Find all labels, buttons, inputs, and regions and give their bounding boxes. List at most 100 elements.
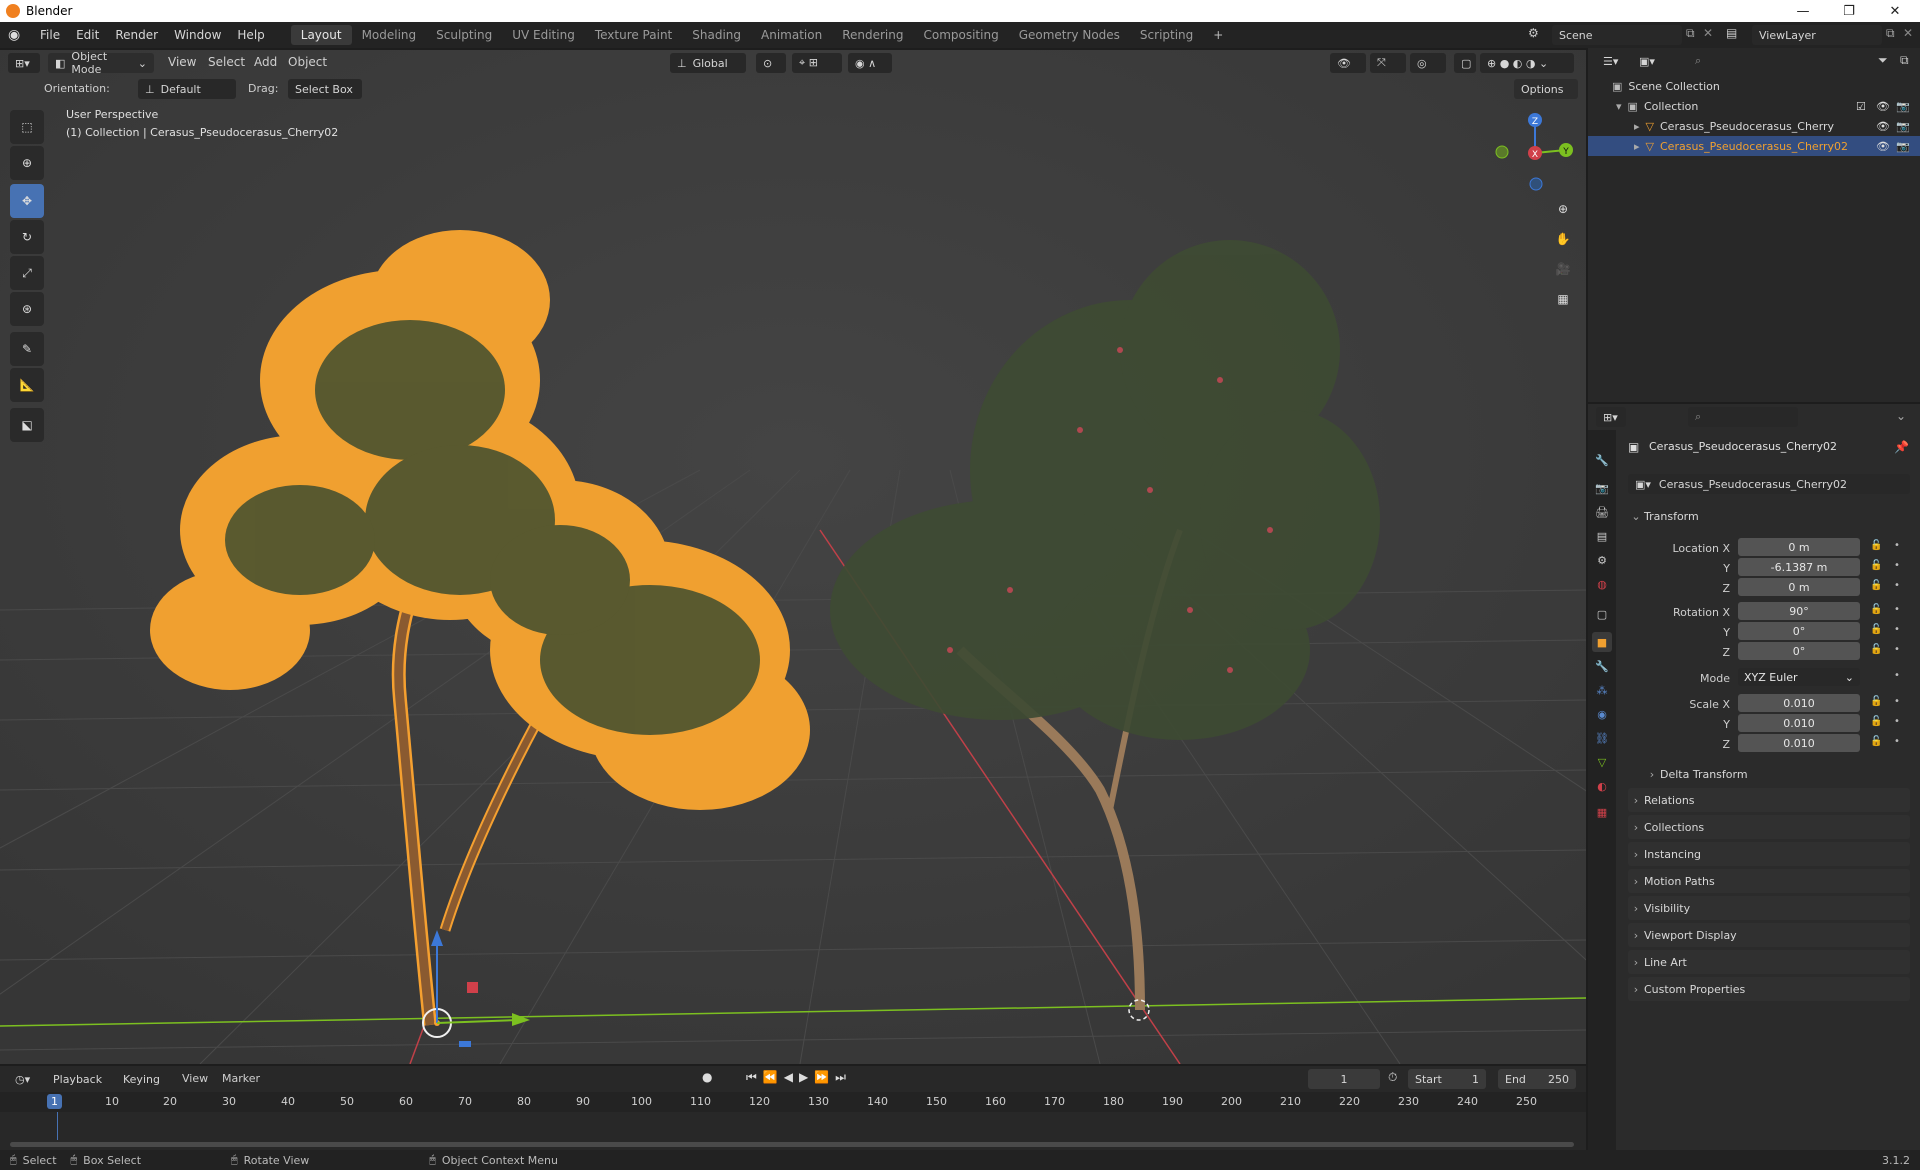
proportional-editing-icon[interactable]: ◉ ∧ (848, 53, 892, 73)
tab-shading[interactable]: Shading (682, 25, 751, 45)
current-frame-field[interactable]: 1 (1308, 1069, 1380, 1089)
scene-collection-label[interactable]: Scene Collection (1628, 80, 1719, 93)
filter-icon[interactable]: ⏷ (1878, 53, 1888, 68)
viewlayer-selector[interactable]: ViewLayer (1752, 25, 1882, 45)
tab-geometry-nodes[interactable]: Geometry Nodes (1009, 25, 1130, 45)
keyframe-dot-icon[interactable]: • (1894, 696, 1900, 707)
keyframe-dot-icon[interactable]: • (1894, 670, 1900, 681)
collection-label[interactable]: Collection (1644, 100, 1698, 113)
drag-dropdown[interactable]: Select Box (288, 79, 362, 99)
new-collection-icon[interactable]: ⧉ (1900, 53, 1909, 68)
menu-keying[interactable]: Keying (116, 1069, 172, 1089)
new-viewlayer-icon[interactable]: ⧉ (1886, 26, 1895, 41)
overlay-toggle-icon[interactable]: ◎ (1410, 53, 1446, 73)
menu-timeline-view[interactable]: View (182, 1072, 208, 1085)
properties-search-icon[interactable]: ⌕ (1688, 407, 1798, 427)
snap-icon[interactable]: ⌖ ⊞ (792, 53, 842, 73)
object-tab-icon[interactable]: ■ (1592, 632, 1612, 652)
transform-panel-header[interactable]: ⌄ Transform (1628, 504, 1910, 528)
render-camera-icon[interactable]: 📷 (1896, 120, 1910, 133)
tab-animation[interactable]: Animation (751, 25, 832, 45)
menu-file[interactable]: File (32, 28, 68, 42)
visibility-icon[interactable]: 👁 (1330, 53, 1366, 73)
move-tool-icon[interactable]: ✥ (10, 184, 44, 218)
delta-transform-subpanel[interactable]: › Delta Transform (1644, 762, 1910, 786)
scale-tool-icon[interactable]: ⤢ (10, 256, 44, 290)
output-tab-icon[interactable]: 🖨 (1592, 502, 1612, 522)
rotation-y-field[interactable]: 0° (1738, 622, 1860, 640)
rotate-tool-icon[interactable]: ↻ (10, 220, 44, 254)
panel-viewport-display[interactable]: › Viewport Display (1628, 923, 1910, 947)
new-scene-icon[interactable]: ⧉ (1686, 26, 1695, 41)
keyframe-dot-icon[interactable]: • (1894, 560, 1900, 571)
blender-menu-icon[interactable]: ◉ (8, 27, 32, 43)
physics-tab-icon[interactable]: ◉ (1592, 704, 1612, 724)
add-cube-tool-icon[interactable]: ⬕ (10, 408, 44, 442)
outliner-search-icon[interactable]: ⌕ (1688, 51, 1798, 71)
modifier-tab-icon[interactable]: 🔧 (1592, 656, 1612, 676)
keyframe-dot-icon[interactable]: • (1894, 716, 1900, 727)
panel-visibility[interactable]: › Visibility (1628, 896, 1910, 920)
properties-editor-type-icon[interactable]: ⊞▾ (1596, 407, 1626, 427)
outliner-editor-type-icon[interactable]: ☰▾ (1596, 51, 1626, 71)
annotate-tool-icon[interactable]: ✎ (10, 332, 44, 366)
outliner-item-label[interactable]: Cerasus_Pseudocerasus_Cherry02 (1660, 140, 1848, 153)
data-tab-icon[interactable]: ▽ (1592, 752, 1612, 772)
playback-controls-icon[interactable]: ⏮⏪◀▶⏩⏭ (746, 1070, 852, 1085)
measure-tool-icon[interactable]: 📐 (10, 368, 44, 402)
3d-viewport[interactable]: ⊞▾ ◧ Object Mode ⌄ View Select Add Objec… (0, 50, 1586, 1064)
pin-icon[interactable]: 📌 (1894, 440, 1909, 454)
add-workspace-icon[interactable]: + (1203, 25, 1233, 45)
render-camera-icon[interactable]: 📷 (1896, 140, 1910, 153)
scene-tab-icon[interactable]: ⚙ (1592, 550, 1612, 570)
world-tab-icon[interactable]: ◍ (1592, 574, 1612, 594)
menu-select[interactable]: Select (208, 55, 245, 69)
scene-selector[interactable]: Scene (1552, 25, 1682, 45)
menu-window[interactable]: Window (166, 28, 229, 42)
menu-view[interactable]: View (168, 55, 196, 69)
material-tab-icon[interactable]: ◐ (1592, 776, 1612, 796)
pivot-point-icon[interactable]: ⊙ (756, 53, 786, 73)
eye-icon[interactable]: 👁 (1876, 140, 1890, 153)
camera-view-icon[interactable]: 🎥 (1550, 256, 1576, 282)
timeline-editor-type-icon[interactable]: ◷▾ (8, 1069, 42, 1089)
outliner-item-selected[interactable]: ▸ ▽ Cerasus_Pseudocerasus_Cherry02 👁 📷 (1588, 136, 1920, 156)
render-tab-icon[interactable]: 📷 (1592, 478, 1612, 498)
menu-playback[interactable]: Playback (46, 1069, 112, 1089)
shading-mode-icons[interactable]: ⊕ ● ◐ ◑ ⌄ (1480, 53, 1574, 73)
panel-instancing[interactable]: › Instancing (1628, 842, 1910, 866)
panel-relations[interactable]: › Relations (1628, 788, 1910, 812)
lock-icon[interactable]: 🔓 (1870, 604, 1882, 615)
delete-scene-icon[interactable]: ✕ (1703, 26, 1713, 40)
options-button[interactable]: Options (1514, 79, 1578, 99)
panel-collections[interactable]: › Collections (1628, 815, 1910, 839)
start-frame-field[interactable]: Start 1 (1408, 1069, 1486, 1089)
location-y-field[interactable]: -6.1387 m (1738, 558, 1860, 576)
tab-compositing[interactable]: Compositing (913, 25, 1008, 45)
tab-uv-editing[interactable]: UV Editing (502, 25, 585, 45)
record-icon[interactable]: ● (702, 1070, 712, 1084)
navigation-gizmo[interactable]: Z Y X (1490, 108, 1580, 198)
lock-icon[interactable]: 🔓 (1870, 540, 1882, 551)
render-camera-icon[interactable]: 📷 (1896, 100, 1910, 113)
lock-icon[interactable]: 🔓 (1870, 716, 1882, 727)
keyframe-dot-icon[interactable]: • (1894, 644, 1900, 655)
mode-selector[interactable]: ◧ Object Mode ⌄ (48, 50, 154, 76)
location-x-field[interactable]: 0 m (1738, 538, 1860, 556)
lock-icon[interactable]: 🔓 (1870, 644, 1882, 655)
menu-help[interactable]: Help (229, 28, 272, 42)
editor-type-icon[interactable]: ⊞▾ (8, 53, 40, 73)
orientation-dropdown[interactable]: ⊥ Default (138, 79, 236, 99)
collapse-arrow-icon[interactable]: ▸ (1634, 120, 1640, 133)
gizmo-toggle-icon[interactable]: ⤧ (1370, 53, 1406, 73)
particles-tab-icon[interactable]: ⁂ (1592, 680, 1612, 700)
tab-modeling[interactable]: Modeling (352, 25, 427, 45)
collection-tab-icon[interactable]: ▢ (1592, 604, 1612, 624)
menu-object[interactable]: Object (288, 55, 327, 69)
transform-orientation-dropdown[interactable]: ⊥ Global (670, 53, 746, 73)
eye-icon[interactable]: 👁 (1876, 100, 1890, 113)
constraints-tab-icon[interactable]: ⛓ (1592, 728, 1612, 748)
scale-z-field[interactable]: 0.010 (1738, 734, 1860, 752)
tab-rendering[interactable]: Rendering (832, 25, 913, 45)
keyframe-dot-icon[interactable]: • (1894, 736, 1900, 747)
